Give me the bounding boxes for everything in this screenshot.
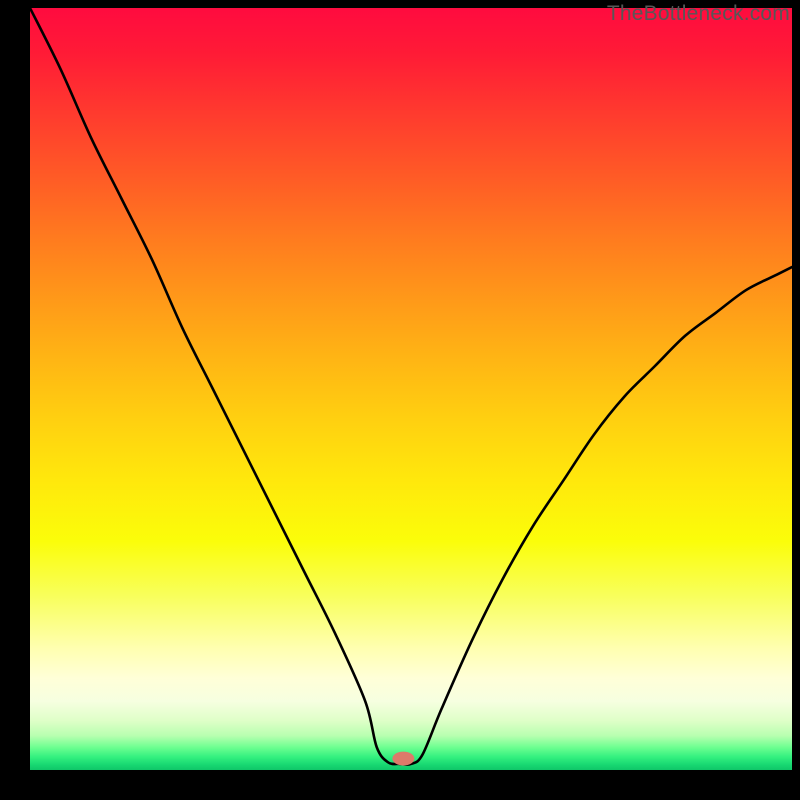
chart-svg xyxy=(30,8,792,770)
bottleneck-curve-line xyxy=(30,8,792,765)
chart-plot-area xyxy=(30,8,792,770)
watermark-label: TheBottleneck.com xyxy=(607,2,790,26)
chart-frame: TheBottleneck.com xyxy=(0,0,800,800)
optimal-point-marker xyxy=(392,752,414,766)
